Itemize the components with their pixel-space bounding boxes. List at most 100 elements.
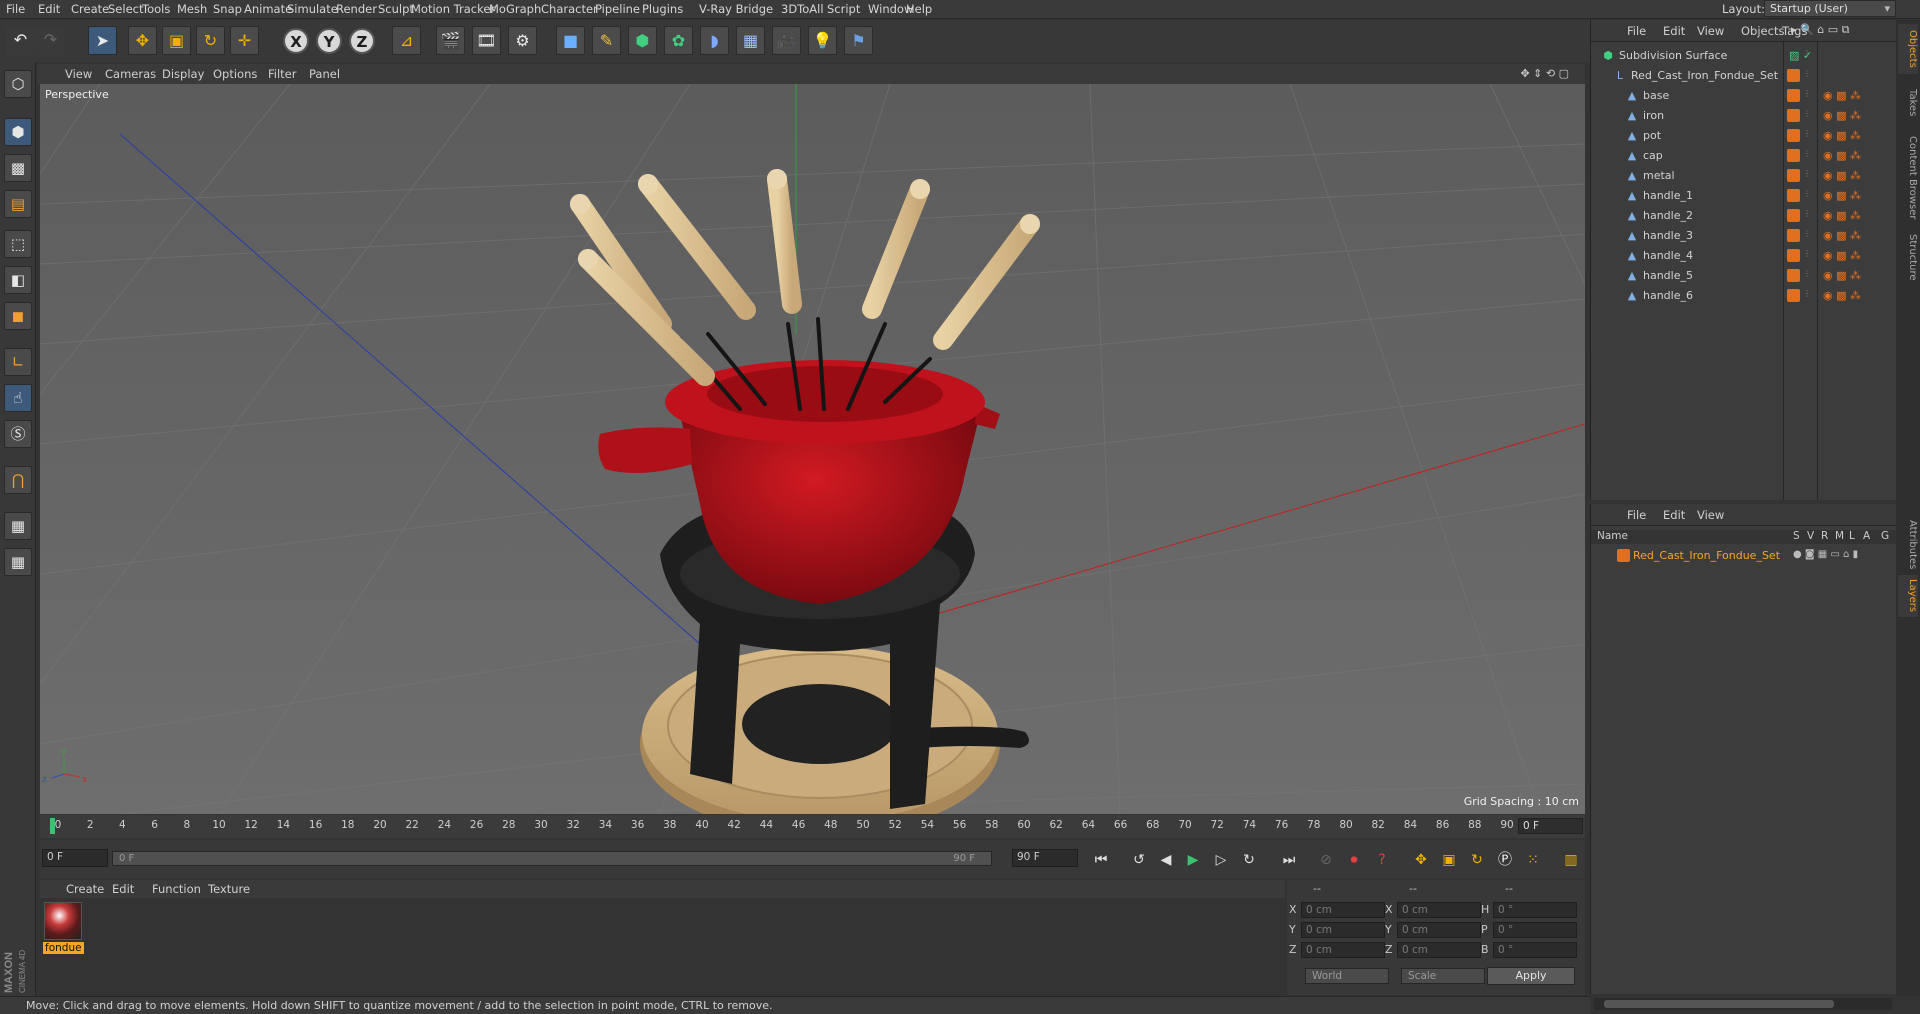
current-frame-field[interactable]: 0 F	[1518, 818, 1583, 834]
visibility-dots[interactable]: ⋮	[1803, 89, 1811, 98]
menu-script[interactable]: Script	[827, 2, 860, 16]
python-icon[interactable]: ⚑	[844, 26, 873, 55]
menu-mesh[interactable]: Mesh	[177, 2, 207, 16]
layer-flags[interactable]: ● ◙ ▦ ▭ ⌂ ▮	[1793, 549, 1858, 560]
viewport-menu-options[interactable]: Options	[213, 67, 257, 81]
tweak-mode-icon[interactable]: ☝	[4, 384, 32, 412]
goto-end-icon[interactable]: ⏭	[1278, 849, 1300, 871]
camera-icon[interactable]: 🎥	[772, 26, 801, 55]
coord-value-field[interactable]: 0 cm	[1397, 942, 1481, 958]
layer-menu-edit[interactable]: Edit	[1663, 508, 1685, 522]
visibility-dots[interactable]: ⋮	[1803, 249, 1811, 258]
menu-create[interactable]: Create	[71, 2, 109, 16]
record-keys-disabled-icon[interactable]: ⊘	[1315, 849, 1337, 871]
polygons-mode-icon[interactable]: ◼	[4, 302, 32, 330]
object-row[interactable]: ⬢ Subdivision Surface ▨ ✓ ⋮	[1591, 46, 1896, 66]
object-row[interactable]: ▲ handle_4 ⋮ ◉ ▩ ⁂	[1591, 246, 1896, 266]
next-frame-icon[interactable]: ▷	[1210, 849, 1232, 871]
floor-environment-icon[interactable]: ▦	[736, 26, 765, 55]
magnet-icon[interactable]: ⋂	[4, 466, 32, 494]
material-thumbnail[interactable]	[44, 902, 82, 940]
layer-tag-swatch[interactable]	[1787, 289, 1800, 302]
object-name[interactable]: handle_4	[1643, 249, 1693, 262]
material-tags[interactable]: ◉ ▩ ⁂	[1823, 269, 1861, 282]
autokey-icon[interactable]: ⏺	[1343, 849, 1365, 871]
rotate-tool-icon[interactable]: ↻	[196, 26, 225, 55]
layer-tag-swatch[interactable]	[1787, 249, 1800, 262]
layer-tag-swatch[interactable]	[1787, 169, 1800, 182]
menu-character[interactable]: Character	[541, 2, 598, 16]
keyframe-selection-icon[interactable]: ?	[1371, 849, 1393, 871]
menu-snap[interactable]: Snap	[213, 2, 242, 16]
object-menu-file[interactable]: File	[1627, 24, 1646, 38]
menu-render[interactable]: Render	[336, 2, 377, 16]
snap-icon[interactable]: Ⓢ	[4, 420, 32, 448]
coord-value-field[interactable]: 0 °	[1493, 942, 1577, 958]
menu-3dtoall[interactable]: 3DToAll	[781, 2, 824, 16]
timeline-ruler[interactable]: 0 F 0 2 4 6 8 10 12 14 16 18 20 22 24 26 28 30 32 34 36 38 4…	[40, 815, 1585, 838]
subdivision-generator-icon[interactable]: ⬢	[628, 26, 657, 55]
layer-horizontal-scrollbar[interactable]	[1594, 998, 1892, 1010]
layer-tag-swatch[interactable]	[1787, 229, 1800, 242]
object-row[interactable]: ▲ metal ⋮ ◉ ▩ ⁂	[1591, 166, 1896, 186]
scale-tool-icon[interactable]: ▣	[162, 26, 191, 55]
transform-tool-icon[interactable]: ✛	[230, 26, 259, 55]
viewport-menu-filter[interactable]: Filter	[268, 67, 296, 81]
key-position-icon[interactable]: ✥	[1410, 849, 1432, 871]
object-menu-view[interactable]: View	[1697, 24, 1724, 38]
object-name[interactable]: handle_1	[1643, 189, 1693, 202]
visibility-dots[interactable]: ⋮	[1803, 229, 1811, 238]
visibility-dots[interactable]: ⋮	[1803, 49, 1811, 58]
material-tags[interactable]: ◉ ▩ ⁂	[1823, 129, 1861, 142]
material-tags[interactable]: ◉ ▩ ⁂	[1823, 229, 1861, 242]
menu-pipeline[interactable]: Pipeline	[595, 2, 640, 16]
material-tags[interactable]: ◉ ▩ ⁂	[1823, 89, 1861, 102]
key-pla-icon[interactable]: ⁙	[1522, 849, 1544, 871]
coord-value-field[interactable]: 0 cm	[1397, 902, 1481, 918]
menu-edit[interactable]: Edit	[38, 2, 60, 16]
layer-tag-swatch[interactable]	[1787, 89, 1800, 102]
layer-color-swatch[interactable]	[1617, 549, 1630, 562]
menu-v-ray-bridge[interactable]: V-Ray Bridge	[699, 2, 773, 16]
deformer-icon[interactable]: ◗	[700, 26, 729, 55]
object-menu-edit[interactable]: Edit	[1663, 24, 1685, 38]
layer-menu-view[interactable]: View	[1697, 508, 1724, 522]
key-rotation-icon[interactable]: ↻	[1466, 849, 1488, 871]
material-tags[interactable]: ◉ ▩ ⁂	[1823, 289, 1861, 302]
coord-value-field[interactable]: 0 cm	[1397, 922, 1481, 938]
menu-animate[interactable]: Animate	[244, 2, 292, 16]
render-settings-icon[interactable]: ⚙	[508, 26, 537, 55]
model-mode-icon[interactable]: ⬢	[4, 118, 32, 146]
play-icon[interactable]: ▶	[1182, 849, 1204, 871]
visibility-dots[interactable]: ⋮	[1803, 69, 1811, 78]
menu-simulate[interactable]: Simulate	[287, 2, 338, 16]
side-tab-attributes[interactable]: Attributes	[1898, 520, 1918, 570]
object-name[interactable]: iron	[1643, 109, 1664, 122]
object-name[interactable]: cap	[1643, 149, 1663, 162]
layout-select[interactable]: Startup (User)	[1764, 0, 1896, 17]
object-name[interactable]: handle_5	[1643, 269, 1693, 282]
side-tab-content-browser[interactable]: Content Browser	[1898, 130, 1918, 225]
object-row[interactable]: ▲ handle_2 ⋮ ◉ ▩ ⁂	[1591, 206, 1896, 226]
texture-mode-icon[interactable]: ▩	[4, 154, 32, 182]
undo-icon[interactable]: ↶	[6, 26, 35, 55]
light-icon[interactable]: 💡	[808, 26, 837, 55]
layer-name[interactable]: Red_Cast_Iron_Fondue_Set	[1633, 549, 1780, 562]
object-name[interactable]: handle_3	[1643, 229, 1693, 242]
render-picture-viewer-icon[interactable]: 🎞	[472, 26, 501, 55]
axis-mode-icon[interactable]: ∟	[4, 348, 32, 376]
key-scale-icon[interactable]: ▣	[1438, 849, 1460, 871]
next-key-icon[interactable]: ↻	[1238, 849, 1260, 871]
pen-spline-icon[interactable]: ✎	[592, 26, 621, 55]
menu-help[interactable]: Help	[906, 2, 932, 16]
layer-tag-swatch[interactable]	[1787, 209, 1800, 222]
key-parameter-icon[interactable]: Ⓟ	[1494, 849, 1516, 871]
selection-tool-icon[interactable]: ➤	[88, 26, 117, 55]
menu-tools[interactable]: Tools	[142, 2, 170, 16]
coordinate-system-icon[interactable]: ⊿	[392, 26, 421, 55]
cube-primitive-icon[interactable]: ■	[556, 26, 585, 55]
points-mode-icon[interactable]: ⬚	[4, 230, 32, 258]
visibility-dots[interactable]: ⋮	[1803, 269, 1811, 278]
object-menu-objects[interactable]: Objects	[1741, 24, 1784, 38]
y-axis-lock-icon[interactable]: Y	[316, 28, 342, 54]
